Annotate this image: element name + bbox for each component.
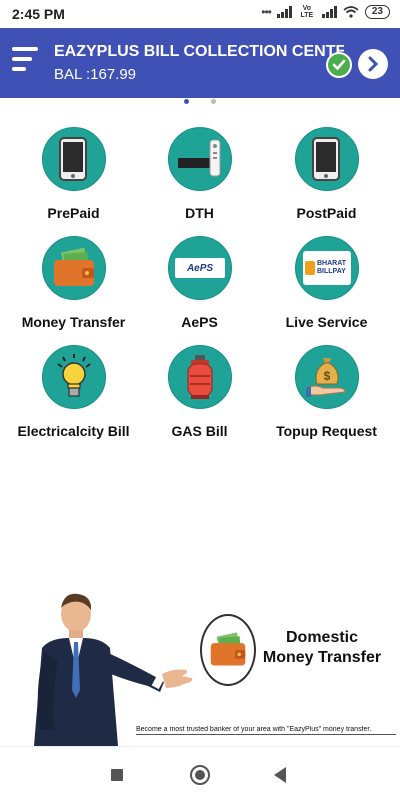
- gas-circle: [168, 345, 232, 409]
- back-button[interactable]: [274, 767, 286, 783]
- balance-text: BAL :167.99: [54, 66, 137, 83]
- service-postpaid[interactable]: PostPaid: [260, 122, 393, 227]
- banner-title-line2: Money Transfer: [262, 649, 382, 666]
- service-gas-bill[interactable]: GAS Bill: [133, 340, 266, 445]
- electricity-circle: [42, 345, 106, 409]
- svg-text:$: $: [324, 369, 331, 383]
- bharat-billpay-mark: [305, 261, 315, 275]
- wallet-icon: [210, 632, 246, 666]
- service-label: PrePaid: [47, 205, 100, 221]
- businessman-illustration: [34, 593, 193, 746]
- gas-cylinder-icon: [187, 355, 213, 399]
- app-header: EAZYPLUS BILL COLLECTION CENTER BAL :167…: [0, 28, 400, 98]
- service-label: Money Transfer: [21, 314, 126, 330]
- page-dot-active[interactable]: [184, 99, 189, 104]
- dth-circle: [168, 127, 232, 191]
- mobile-phone-icon: [312, 137, 340, 181]
- next-button[interactable]: [358, 49, 388, 79]
- signal-icon-2: [321, 6, 337, 18]
- recent-apps-button[interactable]: [111, 769, 123, 781]
- service-electricity-bill[interactable]: Electricalcity Bill: [7, 340, 140, 445]
- live-service-circle: BHARAT BILLPAY: [295, 236, 359, 300]
- banner-title: Domestic Money Transfer: [262, 628, 382, 668]
- service-label: Electricalcity Bill: [17, 423, 130, 439]
- prepaid-circle: [42, 127, 106, 191]
- page-dot[interactable]: [211, 99, 216, 104]
- home-button[interactable]: [190, 765, 210, 785]
- page-indicator: [0, 98, 400, 106]
- wallet-icon: [54, 248, 94, 286]
- signal-icon: [276, 6, 292, 18]
- battery-icon: 23: [364, 5, 390, 19]
- service-topup-request[interactable]: $ Topup Request: [260, 340, 393, 445]
- app-screen: 2:45 PM ••• Vo LTE 23 EAZYPLUS BILL COLL…: [0, 0, 400, 800]
- service-label: Topup Request: [276, 423, 377, 439]
- service-label: GAS Bill: [171, 423, 228, 439]
- money-transfer-circle: [42, 236, 106, 300]
- money-bag-hand-icon: $: [306, 358, 346, 397]
- dth-settop-box-icon: [178, 139, 221, 177]
- wallet-badge: [200, 614, 256, 686]
- more-notifications-icon: •••: [261, 5, 272, 19]
- service-live-service[interactable]: BHARAT BILLPAY Live Service: [260, 231, 393, 336]
- service-aeps[interactable]: AePS AePS: [133, 231, 266, 336]
- service-label: AePS: [181, 314, 218, 330]
- system-nav-bar: [0, 746, 400, 800]
- menu-icon[interactable]: [12, 47, 38, 77]
- service-label: DTH: [185, 205, 214, 221]
- bharat-billpay-text: BHARAT BILLPAY: [317, 260, 347, 275]
- aeps-logo-icon: AePS: [175, 258, 225, 278]
- chevron-right-icon: [368, 56, 379, 72]
- promo-banner[interactable]: Domestic Money Transfer Become a most tr…: [0, 590, 400, 746]
- aeps-circle: AePS: [168, 236, 232, 300]
- status-time: 2:45 PM: [12, 6, 65, 22]
- light-bulb-icon: [57, 354, 91, 397]
- wifi-icon: [343, 6, 359, 18]
- bharat-billpay-icon: BHARAT BILLPAY: [303, 251, 351, 285]
- status-bar: 2:45 PM ••• Vo LTE 23: [0, 0, 400, 28]
- banner-title-line1: Domestic: [285, 629, 359, 646]
- check-icon: [326, 52, 352, 78]
- service-label: Live Service: [285, 314, 368, 330]
- service-prepaid[interactable]: PrePaid: [7, 122, 140, 227]
- service-money-transfer[interactable]: Money Transfer: [7, 231, 140, 336]
- status-icons: ••• Vo LTE 23: [261, 5, 390, 19]
- topup-circle: $: [295, 345, 359, 409]
- aeps-logo-text: AePS: [186, 262, 214, 274]
- banner-caption: Become a most trusted banker of your are…: [136, 726, 396, 735]
- service-label: PostPaid: [296, 205, 357, 221]
- postpaid-circle: [295, 127, 359, 191]
- home-icon: [195, 770, 205, 780]
- service-dth[interactable]: DTH: [133, 122, 266, 227]
- header-title: EAZYPLUS BILL COLLECTION CENTER: [54, 43, 344, 60]
- mobile-phone-icon: [59, 137, 87, 181]
- volte-icon: Vo LTE: [300, 5, 314, 19]
